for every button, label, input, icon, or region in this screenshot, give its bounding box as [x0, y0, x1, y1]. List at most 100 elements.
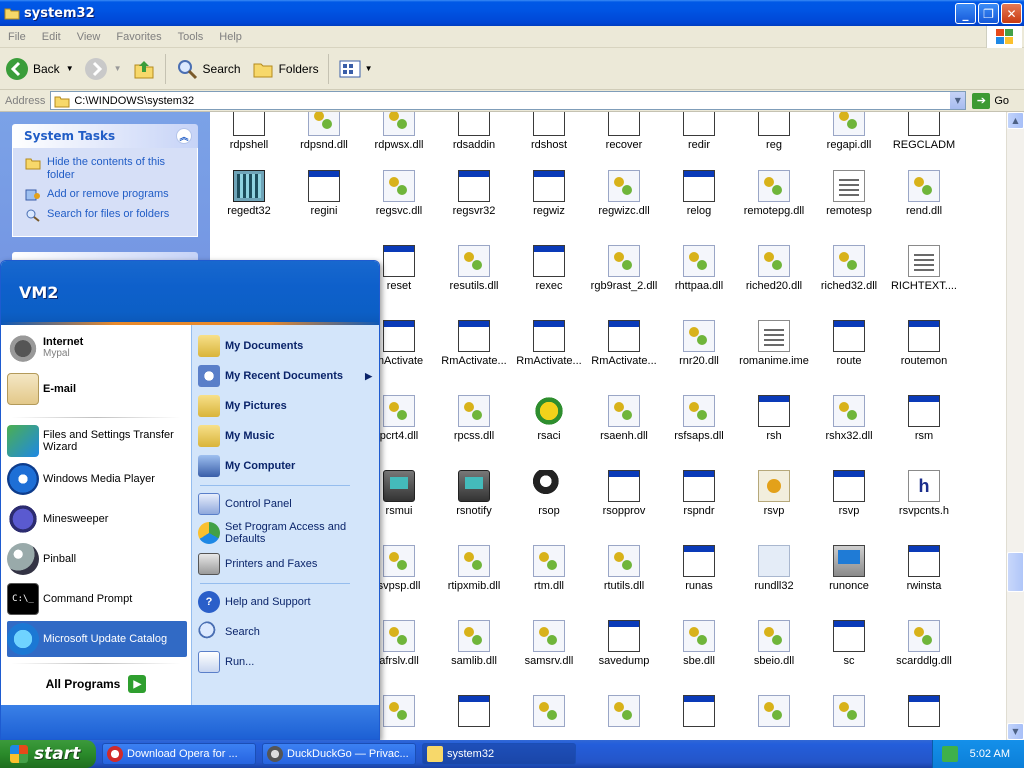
file-item[interactable]: redir [661, 112, 737, 151]
file-item[interactable]: routemon [886, 320, 962, 367]
place-my-computer[interactable]: My Computer [198, 455, 376, 477]
pinned-internet[interactable]: Internet Mypal [7, 331, 187, 363]
file-item[interactable]: rnr20.dll [661, 320, 737, 367]
go-button[interactable]: ➔ Go [972, 92, 1009, 109]
file-item[interactable]: rexec [511, 245, 587, 292]
file-item[interactable]: riched20.dll [736, 245, 812, 292]
file-item[interactable]: recover [586, 112, 662, 151]
file-item[interactable]: rundll32 [736, 545, 812, 592]
file-item[interactable]: rwinsta [886, 545, 962, 592]
control-panel[interactable]: Control Panel [198, 493, 376, 515]
file-item[interactable]: route [811, 320, 887, 367]
file-item[interactable]: rhttpaa.dll [661, 245, 737, 292]
file-item[interactable]: regwiz [511, 170, 587, 217]
file-item[interactable]: runas [661, 545, 737, 592]
file-item[interactable]: resutils.dll [436, 245, 512, 292]
recent-files-settings-transfer[interactable]: Files and Settings Transfer Wizard [7, 425, 187, 457]
clock[interactable]: 5:02 AM [970, 748, 1010, 760]
taskbar-app-duckduckgo[interactable]: DuckDuckGo — Privac... [262, 743, 416, 765]
chevron-down-icon[interactable]: ▼ [66, 64, 74, 73]
file-item[interactable]: rtipxmib.dll [436, 545, 512, 592]
file-item[interactable]: rsaenh.dll [586, 395, 662, 442]
file-item[interactable]: remotesp [811, 170, 887, 217]
run[interactable]: Run... [198, 651, 376, 673]
file-item[interactable]: REGCLADM [886, 112, 962, 151]
file-item[interactable]: sbe.dll [661, 620, 737, 667]
file-item[interactable] [736, 695, 812, 730]
file-item[interactable]: rdpsnd.dll [286, 112, 362, 151]
file-item[interactable]: savedump [586, 620, 662, 667]
file-item[interactable]: remotepg.dll [736, 170, 812, 217]
help-and-support[interactable]: ? Help and Support [198, 591, 376, 613]
recent-command-prompt[interactable]: C:\_ Command Prompt [7, 583, 187, 615]
file-item[interactable]: regwizc.dll [586, 170, 662, 217]
file-item[interactable]: scarddlg.dll [886, 620, 962, 667]
file-item[interactable]: relog [661, 170, 737, 217]
file-item[interactable]: RmActivate... [511, 320, 587, 367]
address-input[interactable]: C:\WINDOWS\system32 ▼ [50, 91, 967, 110]
up-folder-button[interactable] [127, 51, 161, 87]
file-item[interactable]: riched32.dll [811, 245, 887, 292]
file-item[interactable]: samlib.dll [436, 620, 512, 667]
pinned-email[interactable]: E-mail [7, 373, 187, 405]
address-dropdown-button[interactable]: ▼ [949, 92, 966, 109]
file-item[interactable]: rsnotify [436, 470, 512, 517]
file-item[interactable]: sc [811, 620, 887, 667]
file-item[interactable]: regapi.dll [811, 112, 887, 151]
scroll-thumb[interactable] [1007, 552, 1024, 592]
file-item[interactable]: rshx32.dll [811, 395, 887, 442]
place-my-recent-documents[interactable]: My Recent Documents ▶ [198, 365, 376, 387]
file-item[interactable]: rsopprov [586, 470, 662, 517]
forward-button[interactable]: ▼ [79, 51, 127, 87]
file-item[interactable]: rsm [886, 395, 962, 442]
start-search[interactable]: Search [198, 621, 376, 643]
file-item[interactable]: rsh [736, 395, 812, 442]
file-item[interactable]: rsfsaps.dll [661, 395, 737, 442]
recent-microsoft-update-catalog[interactable]: Microsoft Update Catalog [7, 621, 187, 657]
file-item[interactable] [511, 695, 587, 730]
task-add-remove-programs[interactable]: Add or remove programs [25, 188, 191, 202]
menu-tools[interactable]: Tools [170, 31, 212, 43]
back-button[interactable]: Back ▼ [0, 51, 79, 87]
file-item[interactable]: rdpwsx.dll [361, 112, 437, 151]
place-my-documents[interactable]: My Documents [198, 335, 376, 357]
scroll-up-button[interactable]: ▲ [1007, 112, 1024, 129]
file-item[interactable]: rdpshell [211, 112, 287, 151]
file-item[interactable]: samsrv.dll [511, 620, 587, 667]
views-button[interactable]: ▼ [333, 51, 378, 87]
file-item[interactable]: rsvp [736, 470, 812, 517]
file-item[interactable]: h rsvpcnts.h [886, 470, 962, 517]
printers-and-faxes[interactable]: Printers and Faxes [198, 553, 376, 575]
file-item[interactable]: rpcss.dll [436, 395, 512, 442]
file-item[interactable]: sbeio.dll [736, 620, 812, 667]
maximize-button[interactable]: ❐ [978, 3, 999, 24]
file-item[interactable]: regsvc.dll [361, 170, 437, 217]
scroll-down-button[interactable]: ▼ [1007, 723, 1024, 740]
menu-file[interactable]: File [0, 31, 34, 43]
file-item[interactable]: rtm.dll [511, 545, 587, 592]
file-item[interactable]: regedt32 [211, 170, 287, 217]
close-button[interactable]: ✕ [1001, 3, 1022, 24]
title-bar[interactable]: system32 _ ❐ ✕ [0, 0, 1024, 26]
vertical-scrollbar[interactable]: ▲ ▼ [1006, 112, 1024, 740]
menu-help[interactable]: Help [211, 31, 250, 43]
taskbar-app-system32[interactable]: system32 [422, 743, 576, 765]
file-item[interactable] [436, 695, 512, 730]
file-item[interactable]: RICHTEXT.... [886, 245, 962, 292]
file-item[interactable]: RmActivate... [436, 320, 512, 367]
file-item[interactable]: rsaci [511, 395, 587, 442]
file-item[interactable]: runonce [811, 545, 887, 592]
place-my-music[interactable]: My Music [198, 425, 376, 447]
folders-button[interactable]: Folders [246, 51, 324, 87]
search-button[interactable]: Search [170, 51, 246, 87]
network-tray-icon[interactable] [941, 746, 958, 762]
system-tasks-header[interactable]: System Tasks ︽ [12, 124, 198, 148]
file-item[interactable]: rdshost [511, 112, 587, 151]
file-item[interactable]: rsop [511, 470, 587, 517]
menu-favorites[interactable]: Favorites [108, 31, 169, 43]
file-item[interactable]: rsvp [811, 470, 887, 517]
file-item[interactable] [586, 695, 662, 730]
file-item[interactable]: regini [286, 170, 362, 217]
recent-windows-media-player[interactable]: Windows Media Player [7, 463, 187, 495]
file-item[interactable] [886, 695, 962, 730]
